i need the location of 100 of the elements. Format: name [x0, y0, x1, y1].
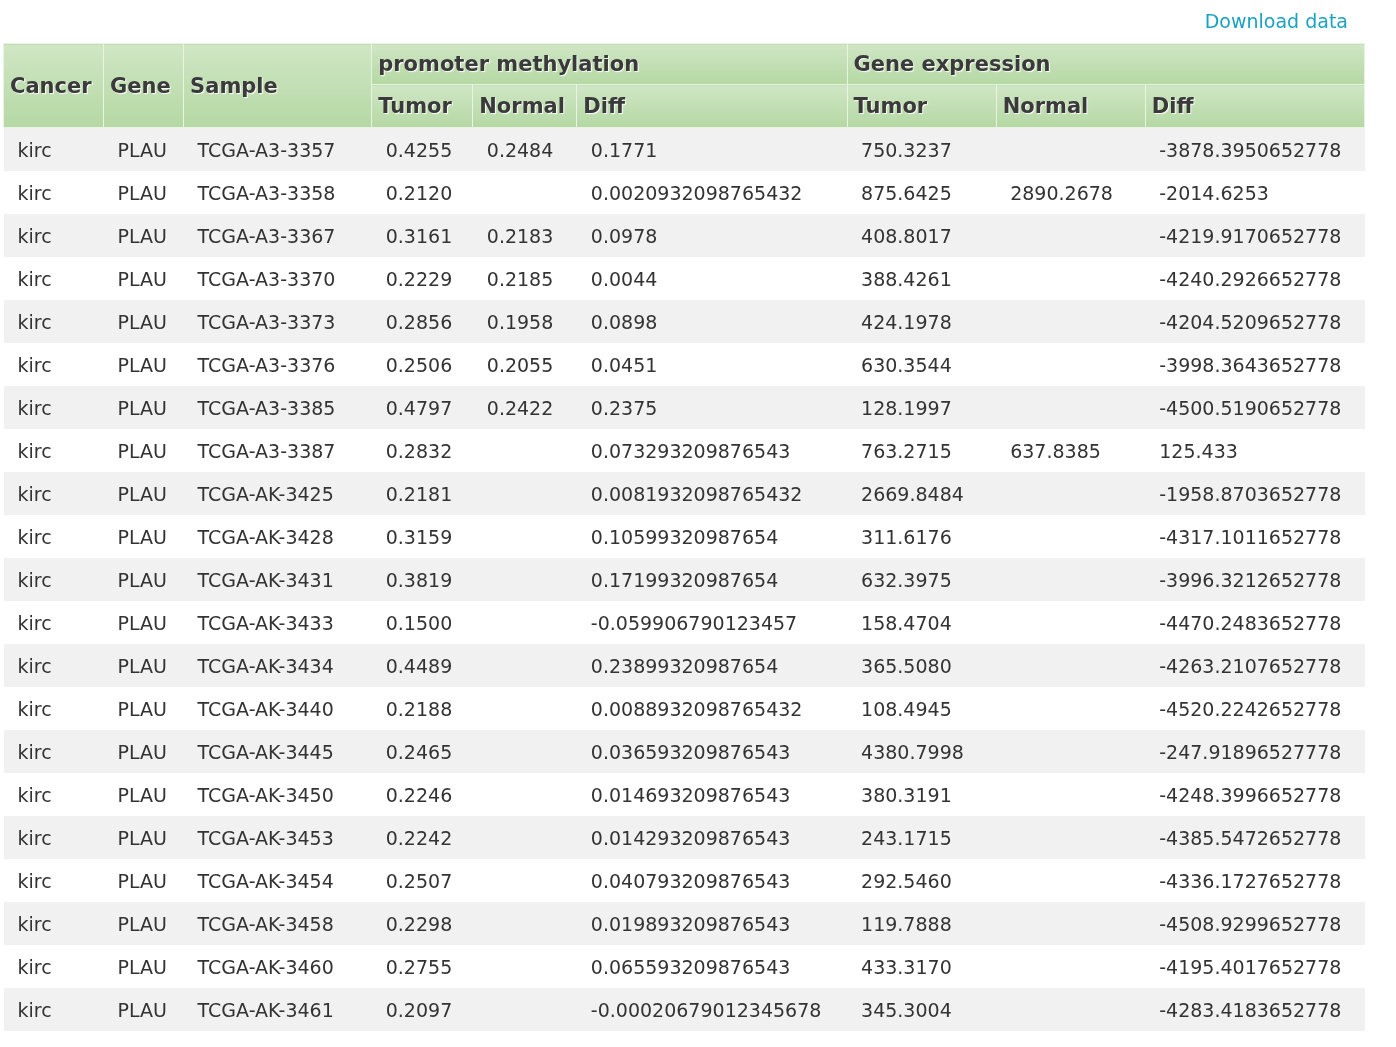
table-cell: -4204.5209652778: [1159, 310, 1342, 333]
table-cell: PLAU: [117, 740, 167, 763]
table-cell: PLAU: [117, 482, 167, 505]
table-cell: TCGA-A3-3367: [197, 224, 336, 247]
table-cell: -1958.8703652778: [1159, 482, 1342, 505]
download-link[interactable]: Download data: [1204, 8, 1348, 34]
table-cell: TCGA-A3-3385: [197, 396, 336, 419]
table-cell: -4508.9299652778: [1159, 912, 1342, 935]
table-cell: 632.3975: [861, 568, 952, 591]
table-cell: TCGA-A3-3373: [197, 310, 336, 333]
table-cell: TCGA-A3-3357: [197, 138, 336, 161]
table-cell: kirc: [17, 181, 52, 204]
table-cell: PLAU: [117, 396, 167, 419]
table-cell: kirc: [17, 224, 52, 247]
table-cell: 0.4255: [385, 138, 453, 161]
table-cell: -4240.2926652778: [1159, 267, 1342, 290]
table-cell: TCGA-AK-3445: [197, 740, 334, 763]
table-cell: 433.3170: [861, 955, 952, 978]
table-cell: -247.91896527778: [1159, 740, 1342, 763]
table-cell: PLAU: [117, 998, 167, 1021]
table-cell: kirc: [17, 568, 52, 591]
table-cell: PLAU: [117, 224, 167, 247]
table-cell: 0.2484: [486, 138, 554, 161]
table-cell: PLAU: [117, 912, 167, 935]
table-cell: -3878.3950652778: [1159, 138, 1342, 161]
table-cell: PLAU: [117, 826, 167, 849]
table-cell: 0.2465: [385, 740, 453, 763]
table-cell: 0.2120: [385, 181, 453, 204]
column-header: Tumor: [371, 84, 473, 128]
column-header: Tumor: [847, 84, 997, 128]
table-cell: 125.433: [1159, 439, 1238, 462]
table-cell: 0.2246: [385, 783, 453, 806]
table-cell: 0.2181: [385, 482, 453, 505]
table-cell: -4470.2483652778: [1159, 611, 1342, 634]
table-cell: PLAU: [117, 783, 167, 806]
table-cell: -4248.3996652778: [1159, 783, 1342, 806]
table-cell: TCGA-AK-3453: [197, 826, 334, 849]
table-cell: -4520.2242652778: [1159, 697, 1342, 720]
table-cell: TCGA-AK-3458: [197, 912, 334, 935]
table-cell: PLAU: [117, 267, 167, 290]
table-cell: 0.073293209876543: [590, 439, 791, 462]
table-cell: 365.5080: [861, 654, 952, 677]
table-cell: kirc: [17, 482, 52, 505]
table-cell: kirc: [17, 138, 52, 161]
table-cell: -4385.5472652778: [1159, 826, 1342, 849]
table-cell: PLAU: [117, 568, 167, 591]
column-header: Normal: [472, 84, 577, 128]
table-cell: PLAU: [117, 310, 167, 333]
table-cell: TCGA-AK-3454: [197, 869, 334, 892]
table-cell: 0.2507: [385, 869, 453, 892]
table-cell: TCGA-AK-3434: [197, 654, 334, 677]
table-cell: 0.2506: [385, 353, 453, 376]
table-cell: kirc: [17, 869, 52, 892]
table-cell: 119.7888: [861, 912, 952, 935]
table-cell: -0.059906790123457: [590, 611, 798, 634]
table-cell: 0.2185: [486, 267, 554, 290]
table-cell: 0.2298: [385, 912, 453, 935]
table-cell: 311.6176: [861, 525, 952, 548]
table-cell: PLAU: [117, 439, 167, 462]
table-cell: TCGA-AK-3460: [197, 955, 334, 978]
table-cell: 0.1771: [590, 138, 658, 161]
table-cell: TCGA-AK-3450: [197, 783, 334, 806]
table-cell: -0.00020679012345678: [590, 998, 822, 1021]
table-cell: kirc: [17, 826, 52, 849]
table-cell: kirc: [17, 955, 52, 978]
table-cell: TCGA-A3-3376: [197, 353, 336, 376]
table-cell: PLAU: [117, 654, 167, 677]
table-cell: 0.0978: [590, 224, 658, 247]
table-cell: 108.4945: [861, 697, 952, 720]
table-cell: 408.8017: [861, 224, 952, 247]
table-cell: 875.6425: [861, 181, 952, 204]
table-cell: 0.23899320987654: [590, 654, 779, 677]
table-cell: PLAU: [117, 138, 167, 161]
table-cell: 0.3159: [385, 525, 453, 548]
column-header: Gene: [103, 43, 184, 128]
table-cell: 0.17199320987654: [590, 568, 779, 591]
table-cell: 0.3819: [385, 568, 453, 591]
table-cell: PLAU: [117, 955, 167, 978]
table-cell: 0.2856: [385, 310, 453, 333]
table-cell: 0.4489: [385, 654, 453, 677]
table-cell: 0.4797: [385, 396, 453, 419]
table-cell: 0.036593209876543: [590, 740, 791, 763]
table-cell: 0.040793209876543: [590, 869, 791, 892]
table-cell: 128.1997: [861, 396, 952, 419]
table-cell: kirc: [17, 439, 52, 462]
table-cell: 424.1978: [861, 310, 952, 333]
table-cell: TCGA-AK-3431: [197, 568, 334, 591]
table-cell: 0.2188: [385, 697, 453, 720]
table-cell: kirc: [17, 697, 52, 720]
table-cell: 243.1715: [861, 826, 952, 849]
table-cell: 750.3237: [861, 138, 952, 161]
table-cell: kirc: [17, 396, 52, 419]
table-cell: 0.2242: [385, 826, 453, 849]
table-cell: 0.2229: [385, 267, 453, 290]
table-cell: -4336.1727652778: [1159, 869, 1342, 892]
table-cell: -3996.3212652778: [1159, 568, 1342, 591]
table-cell: 630.3544: [861, 353, 952, 376]
table-cell: TCGA-AK-3440: [197, 697, 334, 720]
table-cell: 0.2422: [486, 396, 554, 419]
table-cell: kirc: [17, 912, 52, 935]
